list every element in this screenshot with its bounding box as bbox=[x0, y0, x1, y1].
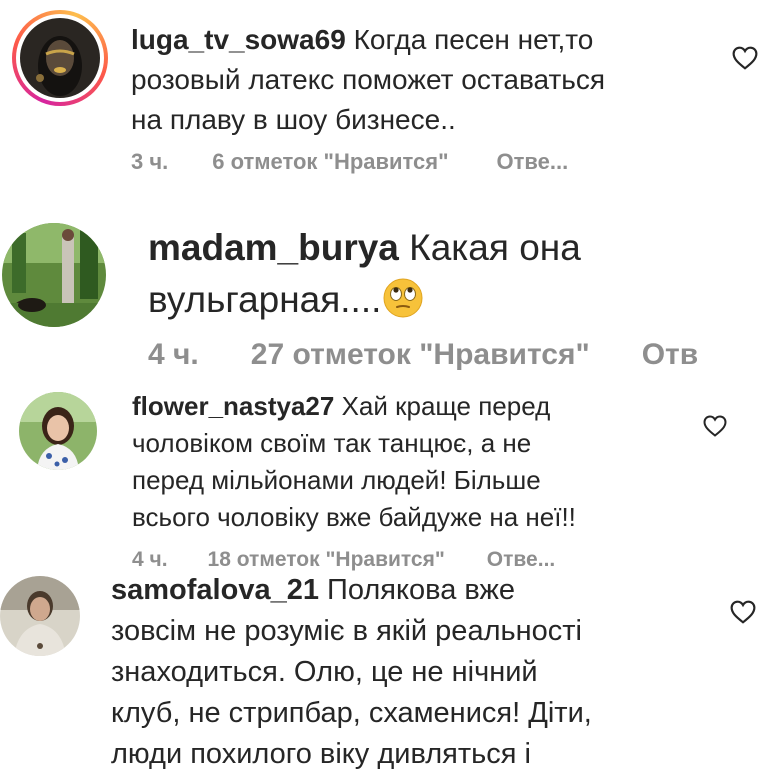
like-heart-icon[interactable] bbox=[732, 46, 758, 70]
comment-text: samofalova_21 Полякова вже зовсім не роз… bbox=[111, 570, 592, 775]
comment-meta: 3 ч. 6 отметок "Нравится" Отве... bbox=[131, 149, 568, 175]
comment-body-line: розовый латекс поможет оставаться bbox=[131, 64, 606, 95]
comment-username[interactable]: flower_nastya27 bbox=[132, 391, 334, 421]
comment-likes-link[interactable]: 27 отметок "Нравится" bbox=[251, 338, 590, 372]
comment-likes-link[interactable]: 18 отметок "Нравится" bbox=[208, 548, 445, 572]
comment-body-line: знаходиться. Олю, це не нічний bbox=[111, 656, 538, 688]
comment-body-line: Хай краще перед bbox=[341, 391, 551, 421]
comment-body-line: всього чоловіку вже байдуже на неї!! bbox=[132, 502, 576, 532]
comment-body-line: чоловіком своїм так танцює, а не bbox=[132, 428, 532, 458]
comment-time: 4 ч. bbox=[132, 548, 168, 571]
comment-username[interactable]: luga_tv_sowa69 bbox=[131, 24, 346, 55]
comment-body-line: вульгарная.... bbox=[148, 279, 382, 320]
comment-body-line: перед мільйонами людей! Більше bbox=[132, 465, 541, 495]
comment-body-line: зовсім не розуміє в якій реальності bbox=[111, 615, 582, 647]
comment-username[interactable]: samofalova_21 bbox=[111, 574, 319, 606]
comment-time: 3 ч. bbox=[131, 149, 169, 174]
avatar[interactable] bbox=[20, 18, 100, 98]
reply-link[interactable]: Отве... bbox=[487, 548, 555, 572]
avatar[interactable] bbox=[2, 223, 106, 327]
avatar[interactable] bbox=[19, 392, 97, 470]
comment-body-line: люди похилого віку дивляться і bbox=[111, 738, 531, 770]
comment-text: madam_burya Какая она вульгарная.... bbox=[148, 222, 581, 326]
comment-body-line: на плаву в шоу бизнесе.. bbox=[131, 104, 456, 135]
comment-body-line: Полякова вже bbox=[327, 574, 516, 606]
comment-username[interactable]: madam_burya bbox=[148, 227, 399, 268]
reply-link[interactable]: Отв bbox=[642, 338, 698, 372]
like-heart-icon[interactable] bbox=[703, 415, 727, 437]
comment-body-line: Какая она bbox=[409, 227, 581, 268]
comment-text: flower_nastya27 Хай краще перед чоловіко… bbox=[132, 388, 576, 536]
comment-text: luga_tv_sowa69 Когда песен нет,то розовы… bbox=[131, 20, 605, 140]
like-heart-icon[interactable] bbox=[730, 600, 756, 624]
face-with-rolling-eyes-icon bbox=[383, 278, 423, 318]
comment-time: 4 ч. bbox=[148, 338, 199, 371]
comment-meta: 4 ч. 27 отметок "Нравится" Отв bbox=[148, 338, 698, 372]
comment-likes-link[interactable]: 6 отметок "Нравится" bbox=[212, 149, 448, 175]
avatar[interactable] bbox=[0, 576, 80, 656]
reply-link[interactable]: Отве... bbox=[497, 149, 569, 175]
comment-body-line: Когда песен нет,то bbox=[353, 24, 594, 55]
comment-meta: 4 ч. 18 отметок "Нравится" Отве... bbox=[132, 548, 555, 572]
comment-body-line: клуб, не стрипбар, схаменися! Діти, bbox=[111, 697, 592, 729]
